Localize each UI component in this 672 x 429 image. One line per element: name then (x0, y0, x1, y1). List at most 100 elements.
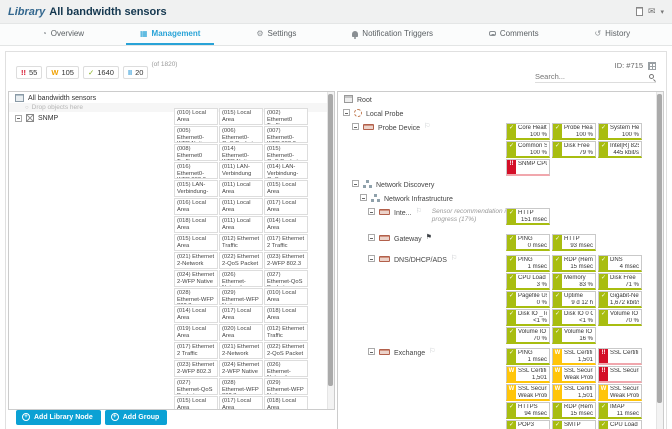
sensor-box[interactable]: ✓ POP3 (506, 420, 550, 429)
sensor-name-cell[interactable]: (008) Ethernet0 Traffic (174, 144, 218, 161)
sensor-name-cell[interactable]: (005) Ethernet0-WFP Native (174, 126, 218, 143)
priority-flag-icon[interactable]: ⚐ (429, 348, 435, 356)
node-label[interactable]: DNS/DHCP/ADS (394, 255, 447, 265)
tab-overview[interactable]: Overview (28, 24, 98, 45)
sensor-name-cell[interactable]: (014) LAN-Verbindung-QoS (264, 162, 308, 179)
sensor-box[interactable]: !! SNMP CPU... (506, 159, 550, 176)
sensor-box[interactable]: ✓ RDP (Rem... 15 msec (552, 255, 596, 272)
tab-history[interactable]: History (580, 24, 644, 45)
sensor-name-cell[interactable]: (015) Local Area (264, 180, 308, 197)
sensor-name-cell[interactable]: (006) Ethernet0-QoS Packet (219, 126, 263, 143)
sensor-box[interactable]: ✓ Intel[R] 825... 445 kbit/s (598, 141, 642, 158)
tab-notification-triggers[interactable]: Notification Triggers (338, 24, 447, 45)
sensor-name-cell[interactable]: (020) Local Area (219, 324, 263, 341)
right-scrollbar-thumb[interactable] (657, 94, 662, 403)
node-label[interactable]: Gateway (394, 234, 422, 244)
sensor-box[interactable]: ✓ Common S... 100 % (506, 141, 550, 158)
expander-icon[interactable] (352, 180, 359, 187)
sensor-box[interactable]: ✓ HTTP 151 msec (506, 208, 550, 225)
sensor-name-cell[interactable]: (026) Ethernet-Network (219, 270, 263, 287)
right-scrollbar[interactable] (656, 92, 663, 429)
node-label[interactable]: Exchange (394, 348, 425, 358)
sensor-name-cell[interactable]: (021) Ethernet 2-Network (219, 342, 263, 359)
node-label[interactable]: Local Probe (366, 109, 403, 119)
expander-icon[interactable] (368, 208, 375, 215)
node-label[interactable]: Probe Device (378, 123, 420, 133)
expander-icon[interactable] (368, 255, 375, 262)
priority-flag-icon[interactable]: ⚐ (424, 123, 430, 131)
sensor-box[interactable]: W SSL Securi... Weak Proto... (552, 366, 596, 383)
sensor-name-cell[interactable]: (014) Local Area (264, 216, 308, 233)
sensor-box[interactable]: ✓ Volume IO ... 70 % (506, 327, 550, 344)
sensor-name-cell[interactable]: (014) Ethernet0-WFP Native (219, 144, 263, 161)
sensor-box[interactable]: ✓ Disk Free 71 % (598, 273, 642, 290)
sensor-name-cell[interactable]: (017) Local Area (219, 396, 263, 409)
sensor-name-cell[interactable]: (015) Local Area (174, 234, 218, 251)
search-input[interactable] (535, 72, 645, 81)
sensor-name-cell[interactable]: (023) Ethernet 2-WFP 802.3 (174, 360, 218, 377)
sensor-name-cell[interactable]: (027) Ethernet-QoS Packet (174, 378, 218, 395)
sensor-box[interactable]: ✓ CPU Load (598, 420, 642, 429)
sensor-box[interactable]: ✓ PING 1 msec (506, 255, 550, 272)
sensor-name-cell[interactable]: (015) LAN-Verbindung- (174, 180, 218, 197)
add-library-node-button[interactable]: + Add Library Node (16, 410, 101, 425)
sensor-box[interactable]: ✓ System He... 100 % (598, 123, 642, 140)
left-scrollbar[interactable] (327, 92, 334, 409)
sensor-name-cell[interactable]: (017) Local Area (219, 306, 263, 323)
left-scrollbar-thumb[interactable] (328, 94, 333, 386)
sensor-name-cell[interactable]: (019) Local Area (174, 324, 218, 341)
node-label[interactable]: Inte... (394, 208, 412, 218)
sensor-name-cell[interactable]: (029) Ethernet-WFP Native (219, 288, 263, 305)
sensor-name-cell[interactable]: (027) Ethernet-QoS Packet (264, 270, 308, 287)
sensor-name-cell[interactable]: (016) Ethernet0-WFP 802.3 (174, 162, 218, 179)
node-label[interactable]: Network Discovery (376, 180, 434, 190)
priority-flag-icon[interactable]: ⚐ (416, 208, 422, 216)
sensor-box[interactable]: ✓ Volume IO ... 70 % (598, 309, 642, 326)
sensor-box[interactable]: ✓ Core Health 100 % (506, 123, 550, 140)
sensor-name-cell[interactable]: (011) Local Area (219, 216, 263, 233)
sensor-name-cell[interactable]: (015) Ethernet0-QoS Packet (264, 144, 308, 161)
sensor-box[interactable]: ✓ Pagefile Us... 0 % (506, 291, 550, 308)
sensor-name-cell[interactable]: (018) Local Area (264, 396, 308, 409)
expander-icon[interactable] (360, 194, 367, 201)
sensor-box[interactable]: !! SSL Certifi... (598, 348, 642, 365)
sensor-name-cell[interactable]: (010) Local Area (264, 288, 308, 305)
sensor-box[interactable]: W SSL Securi... Weak Proto... (506, 384, 550, 401)
tab-comments[interactable]: Comments (475, 24, 553, 45)
priority-flag-icon[interactable]: ⚐ (451, 255, 457, 263)
sensor-box[interactable]: ✓ PING 0 msec (506, 234, 550, 251)
sensor-box[interactable]: ✓ Disk Free 79 % (552, 141, 596, 158)
sensor-box[interactable]: ✓ HTTP 93 msec (552, 234, 596, 251)
add-group-button[interactable]: + Add Group (104, 410, 168, 425)
sensor-name-cell[interactable]: (017) Local Area (264, 198, 308, 215)
node-label[interactable]: Network Infrastructure (384, 194, 453, 204)
sensor-name-cell[interactable]: (002) Ethernet0 Traffic (264, 108, 308, 125)
caret-down-icon[interactable]: ▾ (660, 8, 664, 16)
sensor-box[interactable]: ✓ IMAP 11 msec (598, 402, 642, 419)
sensor-name-cell[interactable]: (012) Ethernet Traffic (264, 324, 308, 341)
sensor-name-cell[interactable]: (011) Local Area (219, 180, 263, 197)
sensor-name-cell[interactable]: (011) Local Area (219, 198, 263, 215)
sensor-name-cell[interactable]: (029) Ethernet-WFP Native (264, 378, 308, 395)
sensor-name-cell[interactable]: (017) Ethernet 2 Traffic (174, 342, 218, 359)
sensor-name-cell[interactable]: (018) Local Area (264, 306, 308, 323)
sensor-box[interactable]: ✓ Volume IO ... 16 % (552, 327, 596, 344)
sensor-box[interactable]: ✓ RDP (Rem... 15 msec (552, 402, 596, 419)
sensor-box[interactable]: ✓ PING 1 msec (506, 348, 550, 365)
sensor-box[interactable]: ✓ DNS 4 msec (598, 255, 642, 272)
sensor-box[interactable]: ✓ Probe Heal... 100 % (552, 123, 596, 140)
sensor-box[interactable]: ✓ Uptime 9 d 12 h (552, 291, 596, 308)
sensor-name-cell[interactable]: (022) Ethernet 2-QoS Packet (264, 342, 308, 359)
sensor-name-cell[interactable]: (018) Local Area (174, 216, 218, 233)
sensor-box[interactable]: ✓ CPU Load 3 % (506, 273, 550, 290)
email-icon[interactable]: ✉ (648, 7, 656, 16)
expander-icon[interactable] (15, 114, 22, 122)
status-chip[interactable]: II 20 (122, 65, 149, 79)
expander-icon[interactable] (343, 109, 350, 116)
expander-icon[interactable] (352, 123, 359, 130)
expander-icon[interactable] (368, 348, 375, 355)
sensor-name-cell[interactable]: (028) Ethernet-WFP 802.3 (174, 288, 218, 305)
sensor-box[interactable]: ✓ Gigabit-Net... 1,672 kbit/s (598, 291, 642, 308)
sensor-box[interactable]: !! SSL Securi... (598, 366, 642, 383)
priority-flag-icon[interactable]: ⚑ (426, 234, 432, 242)
